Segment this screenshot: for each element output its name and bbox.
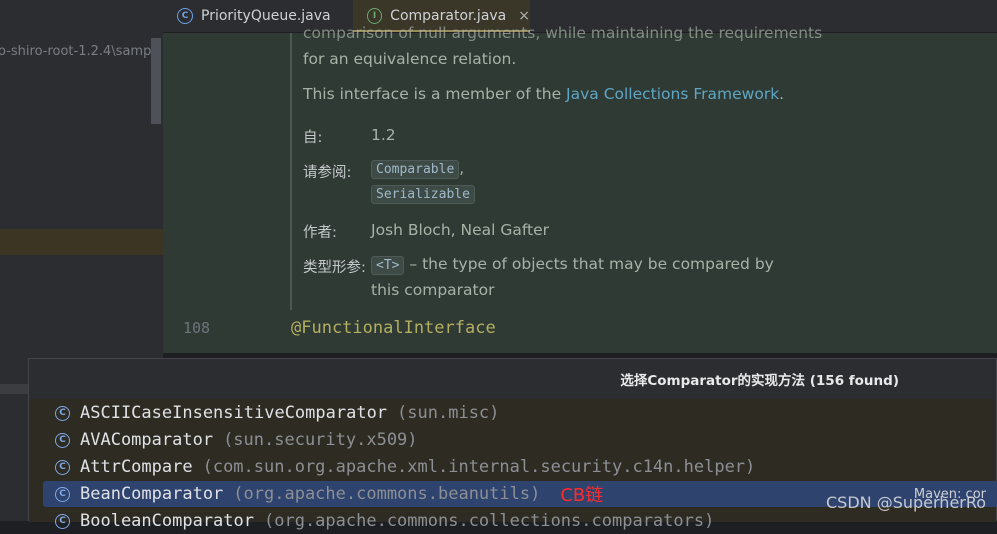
annotation-tag: CB链 (560, 485, 604, 506)
since-value: 1.2 (371, 126, 396, 144)
doc-partial-line: comparison of null arguments, while main… (303, 24, 823, 42)
class-package: (org.apache.commons.beanutils) (233, 484, 541, 504)
typeparam-label: 类型形参: (303, 260, 366, 276)
functional-interface-annotation: @FunctionalInterface (291, 318, 496, 338)
javadoc-render: comparison of null arguments, while main… (163, 24, 997, 353)
class-icon: C (55, 459, 70, 475)
typeparam-line: <T> – the type of objects that may be co… (371, 255, 774, 275)
class-name: BeanComparator (80, 484, 224, 504)
see-label: 请参阅: (303, 165, 352, 181)
see-comparable-link[interactable]: Comparable (371, 160, 460, 179)
typeparam-desc: – the type of objects that may be compar… (409, 255, 774, 273)
doc-member-prefix: This interface is a member of the (303, 85, 567, 103)
class-package: (org.apache.commons.collections.comparat… (264, 511, 715, 531)
java-collections-link[interactable]: Java Collections Framework (566, 85, 779, 103)
tab-label: PriorityQueue.java (201, 8, 331, 24)
popup-header: 选择Comparator的实现方法 (156 found) (29, 359, 996, 399)
class-icon: C (55, 405, 70, 421)
tab-label: Comparator.java (390, 8, 507, 24)
code-line[interactable]: 108 @FunctionalInterface (163, 317, 997, 341)
class-name: AVAComparator (80, 430, 214, 450)
class-name: AttrCompare (80, 457, 193, 477)
class-package: (com.sun.org.apache.xml.internal.securit… (202, 457, 756, 477)
line-number: 108 (183, 319, 211, 337)
author-value: Josh Bloch, Neal Gafter (371, 221, 550, 239)
list-item[interactable]: C ASCIICaseInsensitiveComparator (sun.mi… (43, 400, 997, 426)
class-name: BooleanComparator (80, 511, 254, 531)
doc-line: for an equivalence relation. (303, 50, 517, 68)
see-item-line: Comparable, (371, 159, 464, 179)
project-scrollbar[interactable] (151, 38, 161, 124)
interface-icon: I (367, 8, 383, 24)
list-item[interactable]: C AVAComparator (sun.security.x509) (43, 427, 997, 453)
since-label: 自: (303, 130, 323, 146)
list-item[interactable]: C AttrCompare (com.sun.org.apache.xml.in… (43, 454, 997, 480)
doc-member-line: This interface is a member of the Java C… (303, 85, 784, 103)
class-package: (sun.security.x509) (223, 430, 418, 450)
popup-title: 选择Comparator的实现方法 (156 found) (620, 373, 899, 389)
see-separator: , (459, 159, 465, 177)
class-icon: C (55, 432, 70, 448)
doc-gutter-line (290, 33, 292, 310)
project-highlighted-row[interactable] (0, 229, 163, 255)
doc-member-suffix: . (779, 85, 785, 103)
class-icon: C (55, 513, 70, 529)
class-name: ASCIICaseInsensitiveComparator (80, 403, 388, 423)
author-label: 作者: (303, 225, 337, 241)
watermark: CSDN @SuperherRo (826, 493, 987, 512)
close-icon[interactable]: × (518, 8, 530, 24)
class-package: (sun.misc) (397, 403, 500, 423)
class-icon: C (177, 8, 193, 24)
see-item-line: Serializable (371, 184, 475, 204)
class-icon: C (55, 486, 70, 502)
see-serializable-link[interactable]: Serializable (371, 185, 475, 204)
project-path-label[interactable]: o-shiro-root-1.2.4\sampl (0, 44, 158, 59)
typeparam-desc-cont: this comparator (371, 281, 495, 299)
typeparam-chip: <T> (371, 256, 405, 275)
